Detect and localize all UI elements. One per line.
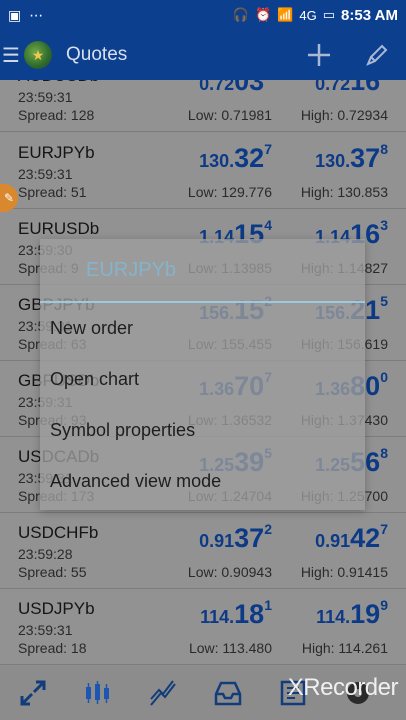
ask-price-pips: 42 (350, 523, 381, 553)
symbol-name: EURUSDb (18, 219, 100, 238)
ask-price-fraction: 0 (380, 369, 388, 385)
ask-price-fraction: 8 (380, 445, 388, 461)
ask-price: 0.91427 (315, 521, 388, 554)
bid-price-fraction: 7 (264, 141, 272, 157)
status-right: 🎧 ⏰ 📶 4G ▭ 8:53 AM (233, 7, 398, 24)
plus-icon (308, 44, 330, 66)
bid-price: 0.91372 (199, 521, 272, 554)
context-menu: EURJPYb New order Open chart Symbol prop… (40, 239, 365, 510)
menu-item-advanced-view[interactable]: Advanced view mode (40, 456, 365, 507)
bid-price-prefix: 130. (199, 151, 235, 171)
ask-price-pips: 19 (350, 599, 381, 629)
bid-price: 0.72035 (199, 80, 272, 97)
battery-icon: ▭ (322, 7, 336, 22)
symbol-name: USDCHFb (18, 523, 99, 542)
ask-price-prefix: 130. (315, 151, 351, 171)
high-value: High: 114.261 (301, 640, 388, 656)
nav-quotes[interactable] (0, 666, 65, 720)
symbol-name: EURJPYb (18, 143, 95, 162)
quote-time: 23:59:31 (18, 89, 73, 105)
bid-price-prefix: 0.91 (199, 531, 235, 551)
bid-price-pips: 03 (234, 80, 265, 96)
bid-price-pips: 32 (234, 143, 265, 173)
ask-price-pips: 16 (350, 80, 381, 96)
low-value: Low: 113.480 (188, 640, 272, 656)
ask-price-fraction: 5 (380, 293, 388, 309)
nav-chart[interactable] (65, 666, 130, 720)
low-value: Low: 0.71981 (187, 107, 272, 123)
quote-row[interactable]: AUDUSDb 23:59:31 Spread: 128 0.72035 0.7… (0, 80, 406, 132)
ask-price-prefix: 0.72 (315, 80, 351, 94)
ask-price-pips: 37 (350, 143, 381, 173)
page-title: Quotes (66, 44, 128, 65)
spread-value: Spread: 18 (18, 640, 87, 656)
high-value: High: 0.72934 (300, 107, 388, 123)
status-bar: ▣ ⋯ 🎧 ⏰ 📶 4G ▭ 8:53 AM (0, 0, 406, 30)
quotes-icon (20, 680, 45, 706)
spread-value: Spread: 55 (18, 564, 87, 580)
network-label: 4G (299, 7, 317, 23)
bid-price-pips: 18 (234, 599, 265, 629)
chart-icon (85, 681, 109, 704)
bid-price-prefix: 0.72 (199, 80, 235, 94)
ask-price-fraction: 7 (380, 521, 388, 537)
ask-price-fraction: 8 (380, 141, 388, 157)
ask-price-prefix: 0.91 (315, 531, 351, 551)
low-value: Low: 129.776 (187, 184, 272, 200)
bid-price: 114.181 (200, 597, 272, 630)
quote-row[interactable]: EURJPYb 23:59:31 Spread: 51 130.327 130.… (0, 133, 406, 209)
quote-time: 23:59:31 (18, 622, 73, 638)
bid-price-fraction: 1 (264, 597, 272, 613)
add-symbol-button[interactable] (290, 30, 348, 80)
spread-value: Spread: 51 (18, 184, 87, 200)
ask-price-fraction: 3 (380, 217, 388, 233)
trade-icon (149, 680, 176, 706)
bid-price-pips: 37 (234, 523, 265, 553)
watermark: XRecorder (287, 674, 399, 701)
signal-icon: 📶 (277, 7, 294, 22)
symbol-name: USDJPYb (18, 599, 95, 618)
headphone-icon: 🎧 (232, 7, 250, 22)
menu-icon[interactable]: ☰ (0, 30, 22, 80)
menu-item-new-order[interactable]: New order (40, 303, 365, 354)
quote-row[interactable]: USDJPYb 23:59:31 Spread: 18 114.181 114.… (0, 589, 406, 665)
bid-price: 130.327 (199, 141, 272, 174)
status-time: 8:53 AM (341, 6, 398, 24)
dots-icon: ⋯ (29, 6, 44, 23)
ask-price-fraction: 9 (380, 597, 388, 613)
low-value: Low: 0.90943 (187, 564, 272, 580)
spread-value: Spread: 128 (18, 107, 95, 123)
menu-title: EURJPYb (40, 239, 365, 303)
ask-price: 130.378 (315, 141, 388, 174)
app-logo[interactable]: ★ (24, 41, 52, 69)
alarm-icon: ⏰ (255, 7, 272, 22)
ask-price: 0.72163 (315, 80, 388, 97)
status-left: ▣ ⋯ (8, 7, 43, 24)
bid-price-fraction: 4 (264, 217, 272, 233)
high-value: High: 0.91415 (300, 564, 388, 580)
quote-time: 23:59:28 (18, 546, 73, 562)
menu-item-open-chart[interactable]: Open chart (40, 354, 365, 405)
bid-price-prefix: 114. (200, 607, 235, 627)
menu-item-symbol-properties[interactable]: Symbol properties (40, 405, 365, 456)
pencil-icon (366, 44, 388, 66)
bid-price-fraction: 2 (264, 521, 272, 537)
nav-history[interactable] (195, 666, 260, 720)
quote-row[interactable]: USDCHFb 23:59:28 Spread: 55 0.91372 0.91… (0, 513, 406, 589)
edit-button[interactable] (348, 30, 406, 80)
high-value: High: 130.853 (300, 184, 388, 200)
ask-price-prefix: 114. (316, 607, 351, 627)
ask-price: 114.199 (316, 597, 388, 630)
symbol-name: AUDUSDb (18, 80, 99, 86)
app-bar: ☰ ★ Quotes (0, 30, 406, 80)
nav-trade[interactable] (130, 666, 195, 720)
image-icon: ▣ (8, 6, 22, 23)
history-icon (214, 681, 241, 706)
quote-time: 23:59:31 (18, 166, 73, 182)
